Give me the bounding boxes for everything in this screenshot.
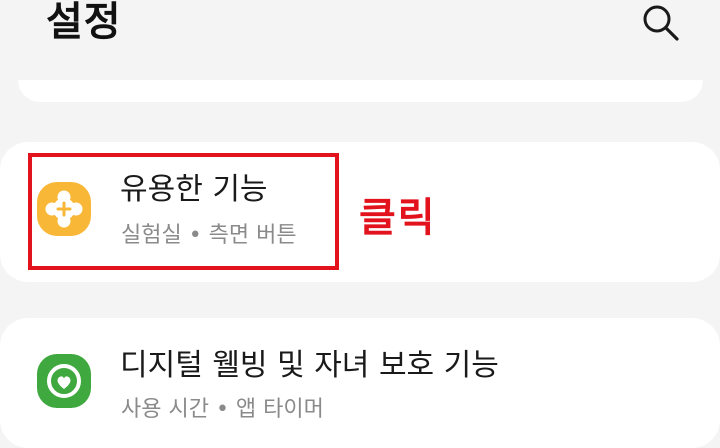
click-annotation: 클릭 — [359, 195, 437, 241]
highlight-box — [28, 153, 339, 270]
digital-wellbeing-icon — [37, 354, 91, 408]
item-title: 디지털 웰빙 및 자녀 보호 기능 — [120, 348, 499, 383]
settings-card-partial — [18, 80, 703, 102]
search-button[interactable] — [636, 0, 684, 46]
header: 설정 — [0, 0, 720, 60]
item-subtitle: 사용 시간 • 앱 타이머 — [121, 397, 324, 422]
page-title: 설정 — [46, 0, 122, 45]
settings-card-wellbeing: 디지털 웰빙 및 자녀 보호 기능 사용 시간 • 앱 타이머 — [0, 318, 720, 448]
search-icon — [643, 5, 679, 41]
list-item-digital-wellbeing[interactable]: 디지털 웰빙 및 자녀 보호 기능 사용 시간 • 앱 타이머 — [0, 318, 720, 448]
